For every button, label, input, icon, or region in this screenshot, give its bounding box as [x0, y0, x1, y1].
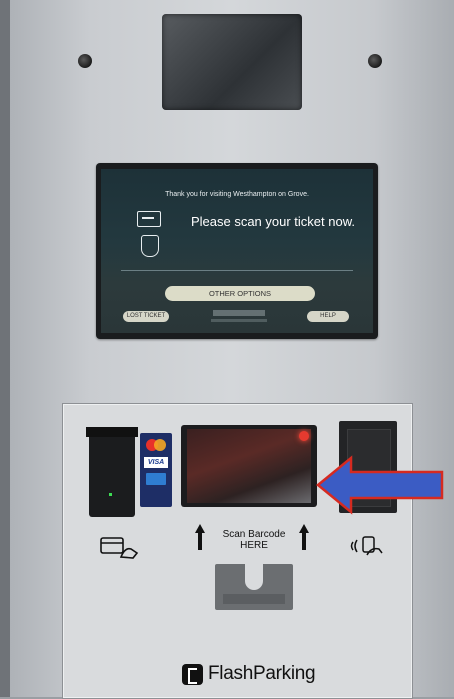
kiosk-edge	[0, 0, 10, 697]
blue-arrow-icon	[316, 455, 444, 515]
arrow-up-icon	[299, 524, 309, 550]
receipt-tray	[223, 594, 285, 604]
thank-you-text: Thank you for visiting Westhampton on Gr…	[165, 191, 309, 198]
brand-name: FlashParking	[208, 663, 316, 684]
barcode-scanner[interactable]	[181, 425, 317, 507]
parking-kiosk: Thank you for visiting Westhampton on Gr…	[10, 0, 454, 699]
card-insert-icon	[100, 537, 139, 559]
powered-by-logo	[213, 310, 265, 316]
help-button[interactable]: HELP	[307, 311, 349, 322]
amex-icon	[146, 473, 166, 485]
touchscreen-bezel: Thank you for visiting Westhampton on Gr…	[96, 163, 378, 339]
ticket-icon	[137, 211, 161, 227]
payment-panel: VISA Scan Barcode HERE FlashParking	[62, 403, 413, 699]
scan-prompt: Please scan your ticket now.	[190, 214, 355, 229]
mastercard-icon	[146, 439, 166, 451]
arrow-up-icon	[195, 524, 205, 550]
hand-scan-icon	[141, 235, 159, 257]
accepted-cards: VISA	[140, 433, 172, 507]
card-reader-slot[interactable]	[86, 427, 138, 517]
screw-left	[78, 54, 92, 68]
scanner-glass	[187, 429, 311, 503]
screw-right	[368, 54, 382, 68]
brand-mark: FlashParking	[182, 662, 332, 688]
receipt-dispenser[interactable]	[215, 564, 293, 610]
visa-logo: VISA	[144, 457, 168, 468]
other-options-button[interactable]: OTHER OPTIONS	[165, 286, 315, 301]
touchscreen[interactable]: Thank you for visiting Westhampton on Gr…	[101, 169, 373, 333]
flashparking-logo-icon	[182, 664, 203, 685]
receipt-slot	[245, 564, 263, 590]
footer-fine-print	[211, 319, 267, 322]
card-reader-led	[109, 493, 112, 496]
camera-window	[162, 14, 302, 110]
scan-barcode-label: Scan Barcode HERE	[222, 529, 286, 551]
lost-ticket-button[interactable]: LOST TICKET	[123, 311, 169, 322]
screen-divider	[121, 270, 353, 271]
scanner-light	[299, 431, 309, 441]
card-reader-lip	[86, 427, 138, 437]
tap-to-pay-icon	[350, 536, 383, 556]
